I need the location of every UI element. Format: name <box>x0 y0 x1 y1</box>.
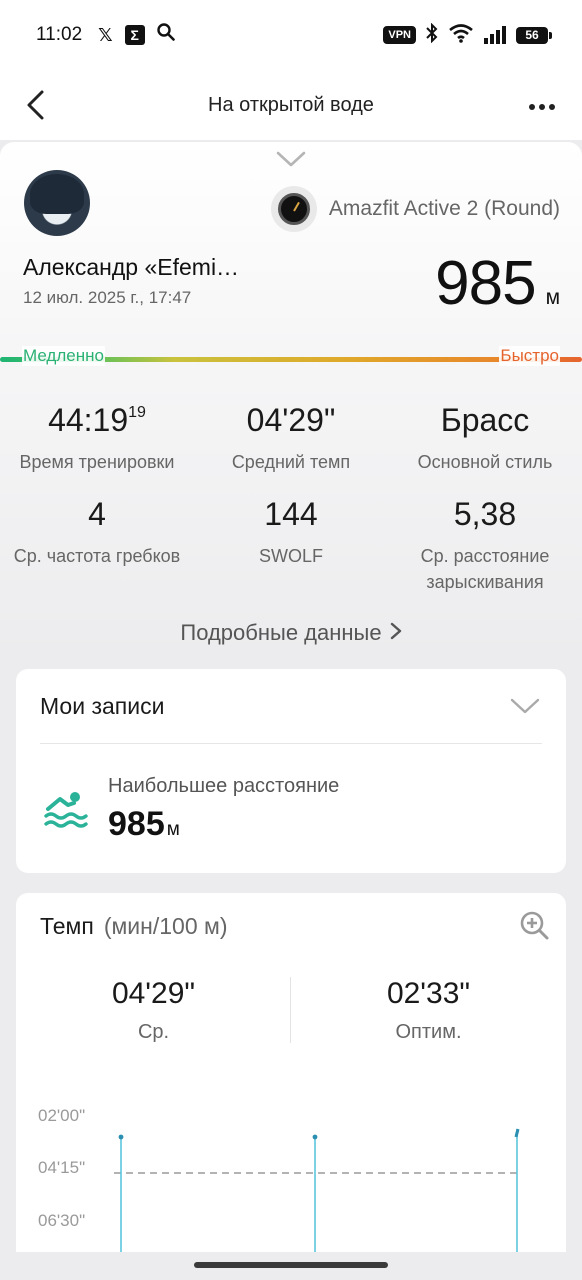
chevron-right-icon <box>390 620 402 646</box>
search-icon <box>156 23 175 47</box>
pace-point <box>118 1134 124 1140</box>
status-bar: 11:02 𝕏 Σ VPN 56 <box>0 0 582 70</box>
pace-point <box>514 1128 520 1138</box>
pace-chart <box>114 1128 520 1273</box>
best-pace-label: Оптим. <box>395 1021 462 1043</box>
stat-label: SWOLF <box>258 546 323 566</box>
record-label: Наибольшее расстояние <box>108 775 340 797</box>
distance-value: 985 <box>435 249 536 318</box>
stat-label: Ср. частота гребков <box>13 546 181 566</box>
device-name: Amazfit Active 2 (Round) <box>328 197 560 220</box>
best-pace-value: 02'33" <box>386 977 471 1010</box>
total-distance: 985 м <box>435 248 560 319</box>
pace-title-text: Темп <box>40 913 94 939</box>
app-bar: На открытой воде <box>0 70 582 140</box>
stat-value: 04'29" <box>246 402 336 438</box>
more-options-button[interactable] <box>528 92 556 112</box>
stat-label: Время тренировки <box>19 452 175 472</box>
home-indicator[interactable] <box>194 1262 388 1268</box>
stat-workout-time: 44:1919 Время тренировки <box>0 402 194 475</box>
stat-value: Брасс <box>440 402 530 438</box>
stat-label: Основной стиль <box>417 452 553 472</box>
stat-value: 5,38 <box>453 496 517 532</box>
back-button[interactable] <box>24 88 54 122</box>
collapse-handle[interactable] <box>276 150 306 173</box>
pace-point <box>312 1134 318 1140</box>
stat-main-style: Брасс Основной стиль <box>388 402 582 475</box>
pace-slow-label: Медленно <box>22 346 105 366</box>
bluetooth-icon <box>426 22 438 48</box>
user-name: Александр «Efemi… <box>23 254 240 280</box>
zoom-button[interactable] <box>518 909 550 946</box>
records-card: Мои записи Наибольшее расстояние 985 м <box>16 669 566 873</box>
swimming-icon <box>44 789 88 829</box>
pace-fast-label: Быстро <box>499 346 560 366</box>
record-value: 985 м <box>108 805 180 844</box>
status-bar-left: 11:02 𝕏 Σ <box>36 23 175 47</box>
status-time: 11:02 <box>36 24 83 45</box>
workout-datetime: 12 июл. 2025 г., 17:47 <box>23 288 192 307</box>
signal-icon <box>484 26 506 44</box>
details-link[interactable]: Подробные данные <box>0 620 582 646</box>
x-icon: 𝕏 <box>98 24 113 45</box>
gesture-nav-bar <box>0 1252 582 1280</box>
vpn-badge: VPN <box>383 26 416 44</box>
avg-pace-value: 04'29" <box>111 977 196 1010</box>
distance-unit: м <box>545 286 560 309</box>
avatar[interactable] <box>24 170 90 236</box>
pace-unit: (мин/100 м) <box>103 913 228 939</box>
details-link-label: Подробные данные <box>180 620 382 645</box>
chevron-down-icon <box>510 698 540 714</box>
stat-label: Ср. расстояние зарыскивания <box>420 546 550 592</box>
stat-stroke-rate: 4 Ср. частота гребков <box>0 496 194 569</box>
page-title: На открытой воде <box>208 93 374 116</box>
chevron-down-icon <box>276 151 306 167</box>
divider <box>40 743 542 744</box>
records-expand-button[interactable] <box>510 697 540 720</box>
device-info[interactable]: Amazfit Active 2 (Round) <box>270 186 560 232</box>
zoom-in-icon <box>520 911 549 940</box>
record-number: 985 <box>108 805 165 843</box>
pace-card: Темп (мин/100 м) 04'29" Ср. 02'33" Оптим.… <box>16 893 566 1273</box>
sigma-icon: Σ <box>124 25 145 45</box>
avg-pace-label: Ср. <box>137 1021 170 1043</box>
pace-title: Темп (мин/100 м) <box>40 913 227 940</box>
stat-avg-pace: 04'29" Средний темп <box>194 402 388 475</box>
chevron-left-icon <box>27 90 44 120</box>
battery-icon: 56 <box>516 26 552 44</box>
stat-value: 44:19 <box>48 402 129 438</box>
stat-deviation-distance: 5,38 Ср. расстояние зарыскивания <box>388 496 582 595</box>
more-dots-icon <box>529 104 555 110</box>
stat-value-sup: 19 <box>128 404 146 421</box>
stat-label: Средний темп <box>231 452 351 472</box>
wifi-icon <box>448 23 474 48</box>
record-unit: м <box>166 819 180 840</box>
watch-icon <box>270 186 317 232</box>
status-bar-right: VPN 56 <box>383 22 552 48</box>
stat-value: 144 <box>264 496 318 532</box>
stat-swolf: 144 SWOLF <box>194 496 388 569</box>
records-title: Мои записи <box>40 693 165 719</box>
stat-value: 4 <box>88 496 106 532</box>
